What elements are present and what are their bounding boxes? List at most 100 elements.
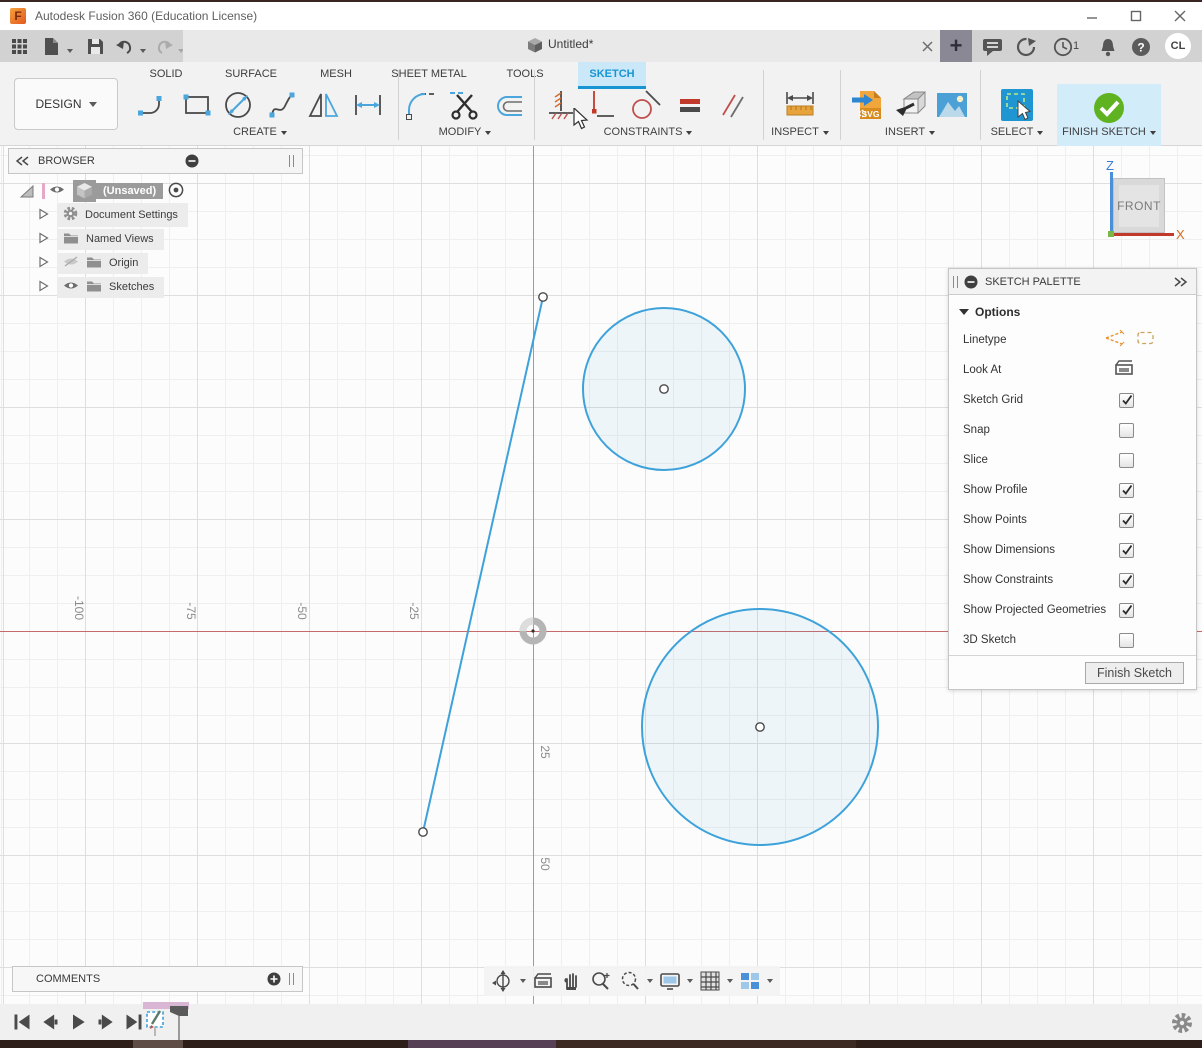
mirror-tool-icon[interactable] (307, 88, 341, 122)
viewcube[interactable]: FRONT (1113, 178, 1165, 233)
comments-feed-icon[interactable] (981, 36, 1003, 58)
minimize-button[interactable] (1070, 2, 1114, 30)
show-dimensions-checkbox[interactable] (1119, 543, 1134, 558)
projected-linetype-icon[interactable] (1136, 330, 1156, 351)
show-constraints-checkbox[interactable] (1119, 573, 1134, 588)
options-section-header[interactable]: Options (959, 305, 1020, 319)
redo-icon[interactable] (155, 37, 173, 55)
slice-checkbox[interactable] (1119, 453, 1134, 468)
viewcube-front-face[interactable]: FRONT (1119, 185, 1159, 227)
trim-tool-icon[interactable] (448, 88, 482, 122)
tangent-constraint-icon[interactable] (629, 88, 663, 122)
parallel-constraint-icon[interactable] (716, 88, 750, 122)
settings-gear-icon[interactable] (1171, 1012, 1193, 1034)
help-icon[interactable]: ? (1130, 36, 1152, 58)
tab-sheet-metal[interactable]: SHEET METAL (372, 62, 486, 86)
user-avatar[interactable]: CL (1165, 33, 1191, 59)
line-tool-icon[interactable] (137, 88, 171, 122)
show-profile-checkbox[interactable] (1119, 483, 1134, 498)
look-at-icon[interactable] (531, 969, 555, 993)
orbit-icon[interactable] (491, 969, 515, 993)
finish-sketch-palette-button[interactable]: Finish Sketch (1085, 662, 1184, 684)
sketch-grid-checkbox[interactable] (1119, 393, 1134, 408)
panel-minus-icon[interactable] (185, 154, 199, 168)
expand-arrow-icon[interactable] (38, 256, 49, 271)
circle-tool-icon[interactable] (221, 88, 255, 122)
display-settings-icon[interactable] (658, 969, 682, 993)
file-menu-icon[interactable] (42, 37, 60, 55)
app-grid-icon[interactable] (10, 37, 28, 55)
timeline-step-forward-icon[interactable] (96, 1012, 116, 1032)
workspace-selector[interactable]: DESIGN (14, 78, 118, 130)
tab-solid[interactable]: SOLID (130, 62, 202, 86)
undo-caret[interactable] (134, 42, 152, 60)
new-tab-button[interactable]: + (940, 30, 972, 62)
expand-arrow-icon[interactable] (38, 280, 49, 295)
timeline-step-back-icon[interactable] (40, 1012, 60, 1032)
tab-mesh[interactable]: MESH (300, 62, 372, 86)
3d-sketch-checkbox[interactable] (1119, 633, 1134, 648)
snap-checkbox[interactable] (1119, 423, 1134, 438)
grid-settings-caret[interactable] (727, 979, 733, 983)
expand-arrow-icon[interactable] (38, 208, 49, 223)
expand-arrow-icon[interactable] (38, 232, 49, 247)
finish-sketch-label[interactable]: FINISH SKETCH (1039, 126, 1179, 138)
add-comment-icon[interactable] (267, 972, 281, 986)
browser-header[interactable]: BROWSER (8, 148, 303, 174)
expand-panel-icon[interactable] (1174, 277, 1188, 287)
dimension-tool-icon[interactable] (351, 88, 385, 122)
fillet-tool-icon[interactable] (405, 88, 439, 122)
panel-grip[interactable] (289, 973, 294, 985)
browser-item-sketches[interactable]: Sketches (38, 276, 164, 298)
show-projected-geometries-checkbox[interactable] (1119, 603, 1134, 618)
tab-sketch[interactable]: SKETCH (578, 62, 646, 86)
browser-root-label[interactable]: (Unsaved) (96, 183, 163, 199)
look-at-plane-icon[interactable] (1114, 360, 1134, 381)
zoom-window-caret[interactable] (647, 979, 653, 983)
browser-root-item[interactable]: (Unsaved) (20, 180, 184, 202)
collapse-panel-icon[interactable] (16, 156, 30, 166)
spline-tool-icon[interactable] (265, 88, 299, 122)
create-group-label[interactable]: CREATE (190, 126, 330, 138)
viewports-caret[interactable] (767, 979, 773, 983)
timeline-play-icon[interactable] (68, 1012, 88, 1032)
construction-linetype-icon[interactable] (1104, 329, 1126, 352)
grid-settings-icon[interactable] (698, 969, 722, 993)
insert-mesh-icon[interactable] (894, 88, 928, 122)
rectangle-tool-icon[interactable] (180, 88, 214, 122)
clock-icon[interactable] (1052, 36, 1074, 58)
visibility-eye-icon[interactable] (63, 280, 79, 294)
modify-group-label[interactable]: MODIFY (395, 126, 535, 138)
close-button[interactable] (1158, 2, 1202, 30)
show-points-checkbox[interactable] (1119, 513, 1134, 528)
orbit-caret[interactable] (520, 979, 526, 983)
finish-check-icon[interactable] (1090, 89, 1128, 127)
zoom-window-icon[interactable] (618, 969, 642, 993)
panel-grip[interactable] (953, 276, 958, 288)
select-tool-icon[interactable] (1000, 88, 1034, 122)
browser-item-document-settings[interactable]: Document Settings (38, 204, 188, 226)
notifications-bell-icon[interactable] (1097, 36, 1119, 58)
tab-surface[interactable]: SURFACE (202, 62, 300, 86)
activate-target-icon[interactable] (168, 182, 184, 201)
timeline-begin-icon[interactable] (12, 1012, 32, 1032)
display-settings-caret[interactable] (687, 979, 693, 983)
measure-tool-icon[interactable] (783, 88, 817, 122)
job-status-icon[interactable] (1015, 36, 1037, 58)
tab-close-icon[interactable] (918, 37, 936, 55)
pan-icon[interactable] (560, 969, 584, 993)
visibility-eye-icon[interactable] (49, 184, 65, 198)
browser-item-origin[interactable]: Origin (38, 252, 148, 274)
timeline-end-icon[interactable] (124, 1012, 144, 1032)
panel-minus-icon[interactable] (964, 275, 978, 289)
timeline-marker[interactable] (168, 1004, 190, 1044)
viewports-icon[interactable] (738, 969, 762, 993)
insert-svg-icon[interactable]: SVG (851, 88, 885, 122)
tab-tools[interactable]: TOOLS (486, 62, 564, 86)
offset-tool-icon[interactable] (491, 88, 525, 122)
panel-grip[interactable] (289, 155, 294, 167)
equal-constraint-icon[interactable] (673, 88, 707, 122)
file-menu-caret[interactable] (61, 42, 79, 60)
browser-item-named-views[interactable]: Named Views (38, 228, 164, 250)
sketch-palette-header[interactable]: SKETCH PALETTE (949, 269, 1196, 295)
